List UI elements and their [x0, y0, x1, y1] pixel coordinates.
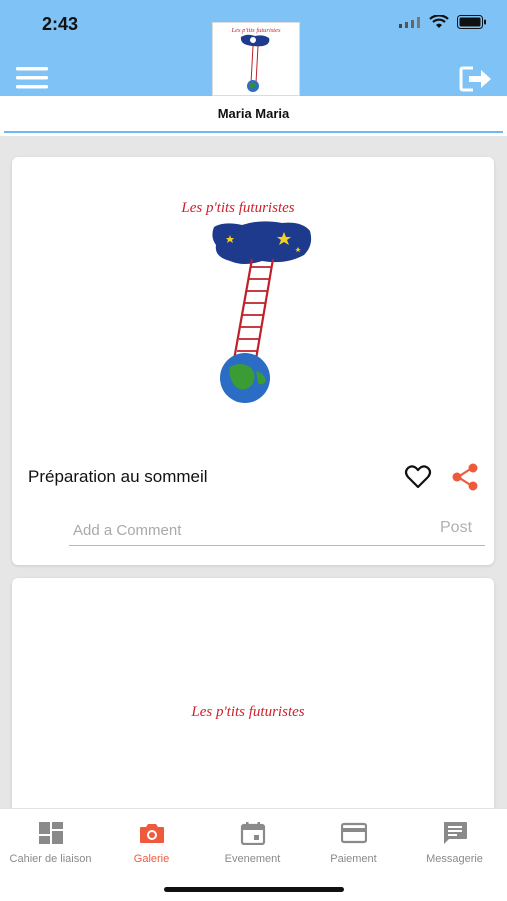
- calendar-icon: [240, 822, 266, 845]
- comment-input[interactable]: [69, 515, 485, 546]
- tab-label: Messagerie: [426, 853, 483, 865]
- heart-icon[interactable]: [404, 464, 432, 490]
- svg-text:Les p'tits futuristes: Les p'tits futuristes: [190, 704, 304, 720]
- tab-paiement[interactable]: Paiement: [303, 809, 404, 873]
- post-image[interactable]: Les p'tits futuristes: [152, 185, 362, 405]
- dashboard-icon: [39, 822, 63, 844]
- bottom-tab-bar: Cahier de liaison Galerie Evenement Paie…: [0, 808, 507, 901]
- home-indicator: [164, 887, 344, 892]
- user-name: Maria Maria: [217, 106, 290, 121]
- tab-label: Evenement: [224, 853, 281, 865]
- user-bar-divider: [4, 131, 503, 133]
- svg-text:Les p'tits futuristes: Les p'tits futuristes: [230, 27, 281, 34]
- share-icon[interactable]: [450, 462, 480, 492]
- tab-messagerie[interactable]: Messagerie: [404, 809, 505, 873]
- gallery-post-card: Les p'tits futuristes Préparation au som…: [12, 157, 494, 565]
- app-header: 2:43 Les p'tits futuristes: [0, 0, 507, 96]
- credit-card-icon: [341, 822, 367, 844]
- gallery-post-card: Les p'tits futuristes: [12, 578, 494, 838]
- message-icon: [444, 822, 467, 844]
- post-title: Préparation au sommeil: [28, 467, 208, 486]
- camera-icon: [140, 824, 164, 843]
- post-image[interactable]: Les p'tits futuristes: [162, 690, 342, 730]
- tab-label: Cahier de liaison: [9, 853, 92, 865]
- post-comment-button[interactable]: Post: [440, 519, 472, 537]
- tab-label: Galerie: [133, 853, 170, 865]
- signal-icon: [399, 17, 420, 28]
- wifi-icon: [429, 15, 449, 28]
- status-time: 2:43: [42, 14, 79, 34]
- header-logo: Les p'tits futuristes: [212, 22, 300, 96]
- battery-icon: [457, 15, 486, 29]
- logo-image: Les p'tits futuristes: [230, 27, 281, 92]
- tab-evenement[interactable]: Evenement: [202, 809, 303, 873]
- logout-icon[interactable]: [459, 66, 493, 92]
- tab-label: Paiement: [330, 853, 377, 865]
- hamburger-menu-icon[interactable]: [16, 66, 48, 90]
- tab-galerie[interactable]: Galerie: [101, 809, 202, 873]
- svg-text:Les p'tits futuristes: Les p'tits futuristes: [180, 200, 294, 216]
- user-bar: Maria Maria: [0, 96, 507, 136]
- status-icons: [399, 15, 487, 29]
- tab-cahier-de-liaison[interactable]: Cahier de liaison: [0, 809, 101, 873]
